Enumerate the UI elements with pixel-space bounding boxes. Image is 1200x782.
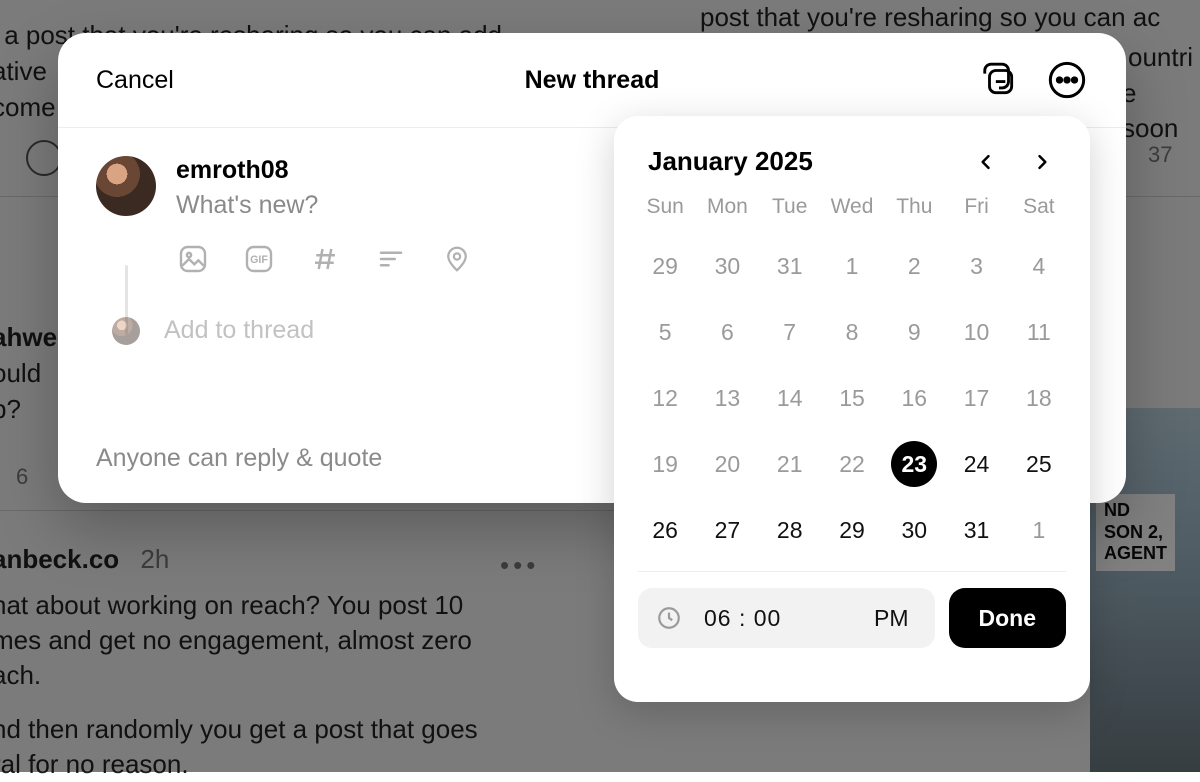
calendar-day[interactable]: 30 bbox=[704, 243, 750, 289]
calendar-dow: Mon bbox=[696, 195, 758, 223]
calendar-day[interactable]: 8 bbox=[829, 309, 875, 355]
next-month-button[interactable] bbox=[1028, 148, 1056, 176]
done-button[interactable]: Done bbox=[949, 588, 1067, 648]
calendar-day[interactable]: 18 bbox=[1016, 375, 1062, 421]
calendar-grid: SunMonTueWedThuFriSat2930311234567891011… bbox=[634, 195, 1070, 553]
calendar-dow: Tue bbox=[759, 195, 821, 223]
calendar-day[interactable]: 20 bbox=[704, 441, 750, 487]
calendar-day[interactable]: 5 bbox=[642, 309, 688, 355]
calendar-day[interactable]: 24 bbox=[954, 441, 1000, 487]
calendar-day[interactable]: 15 bbox=[829, 375, 875, 421]
calendar-day[interactable]: 6 bbox=[704, 309, 750, 355]
compose-input[interactable]: What's new? bbox=[176, 191, 318, 220]
calendar-day[interactable]: 1 bbox=[829, 243, 875, 289]
calendar-day[interactable]: 12 bbox=[642, 375, 688, 421]
calendar-day[interactable]: 16 bbox=[891, 375, 937, 421]
calendar-day[interactable]: 29 bbox=[829, 507, 875, 553]
cancel-button[interactable]: Cancel bbox=[96, 66, 174, 95]
reply-setting-button[interactable]: Anyone can reply & quote bbox=[96, 444, 382, 473]
calendar-day[interactable]: 30 bbox=[891, 507, 937, 553]
svg-text:GIF: GIF bbox=[250, 254, 268, 266]
calendar-dow: Thu bbox=[883, 195, 945, 223]
date-picker-popover: January 2025 SunMonTueWedThuFriSat293031… bbox=[614, 116, 1090, 702]
calendar-dow: Wed bbox=[821, 195, 883, 223]
calendar-day[interactable]: 29 bbox=[642, 243, 688, 289]
calendar-day[interactable]: 28 bbox=[767, 507, 813, 553]
drafts-icon[interactable] bbox=[978, 59, 1020, 101]
calendar-day[interactable]: 10 bbox=[954, 309, 1000, 355]
prev-month-button[interactable] bbox=[972, 148, 1000, 176]
calendar-day[interactable]: 3 bbox=[954, 243, 1000, 289]
calendar-day[interactable]: 14 bbox=[767, 375, 813, 421]
calendar-day[interactable]: 31 bbox=[954, 507, 1000, 553]
image-icon[interactable] bbox=[176, 242, 210, 276]
calendar-day[interactable]: 2 bbox=[891, 243, 937, 289]
time-picker[interactable]: 06 : 00 PM bbox=[638, 588, 935, 648]
calendar-day[interactable]: 13 bbox=[704, 375, 750, 421]
location-icon[interactable] bbox=[440, 242, 474, 276]
calendar-day[interactable]: 11 bbox=[1016, 309, 1062, 355]
time-value: 06 : 00 bbox=[704, 605, 781, 632]
dialog-title: New thread bbox=[525, 66, 660, 95]
calendar-dow: Sat bbox=[1008, 195, 1070, 223]
ampm-value: PM bbox=[874, 605, 909, 632]
calendar-day[interactable]: 7 bbox=[767, 309, 813, 355]
calendar-day[interactable]: 25 bbox=[1016, 441, 1062, 487]
calendar-day[interactable]: 27 bbox=[704, 507, 750, 553]
more-options-icon[interactable] bbox=[1046, 59, 1088, 101]
avatar bbox=[96, 156, 156, 216]
calendar-day[interactable]: 17 bbox=[954, 375, 1000, 421]
calendar-dow: Sun bbox=[634, 195, 696, 223]
clock-icon bbox=[656, 605, 682, 631]
username: emroth08 bbox=[176, 156, 318, 185]
gif-icon[interactable]: GIF bbox=[242, 242, 276, 276]
poll-icon[interactable] bbox=[374, 242, 408, 276]
avatar-small bbox=[112, 317, 140, 345]
calendar-day[interactable]: 9 bbox=[891, 309, 937, 355]
calendar-day[interactable]: 23 bbox=[891, 441, 937, 487]
calendar-day[interactable]: 22 bbox=[829, 441, 875, 487]
hashtag-icon[interactable] bbox=[308, 242, 342, 276]
add-to-thread-label: Add to thread bbox=[164, 316, 314, 345]
divider bbox=[638, 571, 1066, 572]
dialog-header: Cancel New thread bbox=[58, 33, 1126, 128]
calendar-day[interactable]: 21 bbox=[767, 441, 813, 487]
calendar-day[interactable]: 1 bbox=[1016, 507, 1062, 553]
calendar-day[interactable]: 19 bbox=[642, 441, 688, 487]
calendar-dow: Fri bbox=[945, 195, 1007, 223]
calendar-day[interactable]: 4 bbox=[1016, 243, 1062, 289]
calendar-month-label: January 2025 bbox=[648, 146, 813, 177]
calendar-day[interactable]: 31 bbox=[767, 243, 813, 289]
calendar-day[interactable]: 26 bbox=[642, 507, 688, 553]
